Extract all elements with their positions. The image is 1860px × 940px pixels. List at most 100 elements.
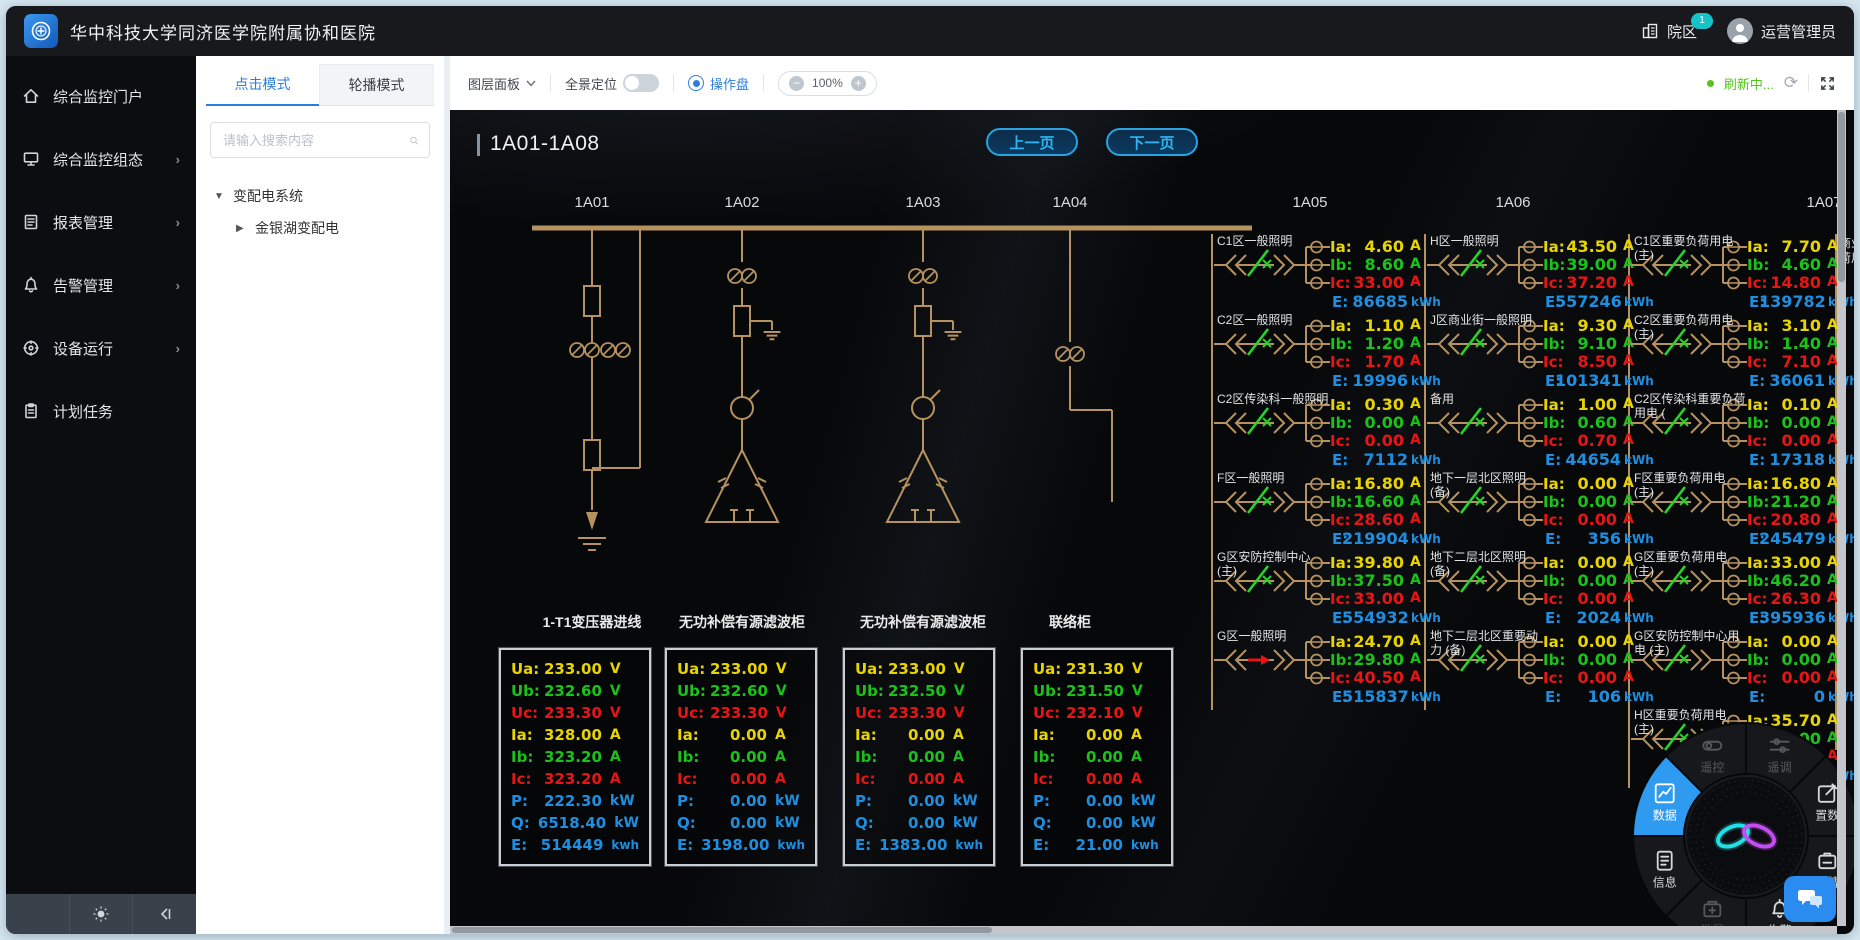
meter-unit: kwh [955, 838, 983, 852]
phase-value: 9.30 [1565, 316, 1617, 335]
meter-panel-4: Ua:231.30VUb:231.50VUc:232.10VIa:0.00AIb… [1021, 648, 1173, 866]
sidebar-item-5[interactable]: 设备运行› [6, 325, 196, 371]
feeder-1A07-4[interactable]: F区重要负荷用电 (主)Ia:16.80AIb:21.20AIc:20.80AE… [1631, 471, 1836, 550]
phase-value: 3.10 [1769, 316, 1821, 335]
feeder-1A05-6[interactable]: G区一般照明Ia:24.70AIb:29.80AIc:40.50AE:51583… [1214, 629, 1420, 708]
feeder-1A07-1[interactable]: C1区重要负荷用电 (主)Ia:7.70AIb:4.60AIc:14.80AE:… [1631, 234, 1836, 313]
phase-value: 29.80 [1352, 650, 1404, 669]
panorama-toggle[interactable] [623, 74, 659, 92]
zoom-in-button[interactable]: + [851, 76, 866, 91]
vertical-scrollbar-thumb[interactable] [1838, 112, 1845, 282]
phase-label: Ia: [1330, 554, 1352, 572]
phase-value: 8.50 [1565, 352, 1617, 371]
meter-label: Uc: [677, 704, 710, 722]
task-icon [22, 402, 40, 420]
meter-label: Ib: [511, 748, 544, 766]
energy-value: 7112 [1342, 450, 1408, 469]
sidebar-item-6[interactable]: 计划任务 [6, 388, 196, 434]
meter-value: 323.20 [544, 770, 610, 788]
meter-label: Ub: [511, 682, 544, 700]
phase-label: Ia: [1543, 633, 1565, 651]
refresh-icon[interactable]: ⟳ [1784, 73, 1798, 93]
fullscreen-icon[interactable] [1819, 75, 1836, 92]
tab-carousel-mode[interactable]: 轮播模式 [319, 64, 434, 106]
feeder-1A07-3[interactable]: C2区传染科重要负荷用电 (Ia:0.10AIb:0.00AIc:0.00AE:… [1631, 392, 1836, 471]
feeder-label: C1区一般照明 [1217, 234, 1329, 248]
meter-unit: V [1132, 661, 1161, 677]
meter-unit: A [1131, 727, 1161, 743]
sidebar-item-1[interactable]: 综合监控门户 [6, 73, 196, 119]
meter-label: Ua: [511, 660, 544, 678]
chat-button[interactable] [1784, 876, 1836, 922]
vertical-scrollbar[interactable] [1837, 110, 1846, 926]
tree-node-label: 变配电系统 [233, 186, 303, 206]
meter-row: E:514449kwh [511, 834, 639, 856]
campus-switcher[interactable]: 院区 1 [1640, 21, 1697, 42]
phase-value: 1.40 [1769, 334, 1821, 353]
feeder-1A05-2[interactable]: C2区一般照明Ia:1.10AIb:1.20AIc:1.70AE:19996kW… [1214, 313, 1420, 392]
meter-unit: V [776, 661, 805, 677]
feeder-1A06-4[interactable]: 地下一层北区照明 (备)Ia:0.00AIb:0.00AIc:0.00AE:35… [1427, 471, 1627, 550]
search-input[interactable] [221, 132, 401, 149]
zoom-out-button[interactable]: − [789, 76, 804, 91]
user-menu[interactable]: 运营管理员 [1727, 18, 1836, 44]
feeder-1A06-1[interactable]: H区一般照明Ia:43.50AIb:39.00AIc:37.20AE:55724… [1427, 234, 1627, 313]
phase-value: 26.30 [1769, 589, 1821, 608]
feeder-1A05-1[interactable]: C1区一般照明Ia:4.60AIb:8.60AIc:33.00AE:86685k… [1214, 234, 1420, 313]
scada-canvas[interactable]: 1A01-1A08 上一页 下一页 1A011A021A031A041A051A… [450, 110, 1854, 934]
phase-label: Ic: [1330, 353, 1350, 371]
energy-value: 44654 [1555, 450, 1621, 469]
feeder-1A05-5[interactable]: G区安防控制中心 (主)Ia:39.80AIb:37.50AIc:33.00AE… [1214, 550, 1420, 629]
feeder-1A07-5[interactable]: G区重要负荷用电 (主)Ia:33.00AIb:46.20AIc:26.30AE… [1631, 550, 1836, 629]
meter-unit: kW [775, 793, 805, 809]
tree-node-jinyinhu[interactable]: ▶ 金银湖变配电 [196, 212, 444, 244]
sidebar-footer-spacer [6, 894, 69, 934]
feeder-1A06-6[interactable]: 地下二层北区重要动力 (备)Ia:0.00AIb:0.00AIc:0.00AE:… [1427, 629, 1627, 708]
phase-value: 0.00 [1565, 571, 1617, 590]
feeder-label: 备用 [1430, 392, 1542, 406]
meter-label: Ib: [677, 748, 711, 766]
horizontal-scrollbar-thumb[interactable] [452, 927, 992, 933]
feeder-1A05-3[interactable]: C2区传染科一般照明Ia:0.30AIb:0.00AIc:0.00AE:7112… [1214, 392, 1420, 471]
phase-label: Ic: [1543, 511, 1563, 529]
phase-label: Ib: [1330, 651, 1352, 669]
radial-item-label: 遥调 [1768, 761, 1792, 775]
tab-click-mode[interactable]: 点击模式 [206, 64, 319, 106]
feeder-1A06-3[interactable]: 备用Ia:1.00AIb:0.60AIc:0.70AE:44654kWh [1427, 392, 1627, 471]
meter-value: 232.10 [1066, 704, 1132, 722]
feeder-1A06-2[interactable]: J区商业街一般照明Ia:9.30AIb:9.10AIc:8.50AE:10134… [1427, 313, 1627, 392]
meter-label: Uc: [855, 704, 888, 722]
meter-row: Ub:232.50V [855, 680, 983, 702]
theme-toggle-button[interactable] [69, 894, 133, 934]
layer-panel-dropdown[interactable]: 图层面板 [468, 74, 536, 93]
operate-disk-radio[interactable]: 操作盘 [688, 74, 749, 93]
prev-page-button[interactable]: 上一页 [986, 128, 1078, 156]
phase-value: 8.60 [1352, 255, 1404, 274]
phase-value: 7.70 [1769, 237, 1821, 256]
phase-label: Ib: [1747, 414, 1769, 432]
phase-unit: A [1410, 432, 1421, 448]
feeder-1A07-6[interactable]: G区安防控制中心用电 (主)Ia:0.00AIb:0.00AIc:0.00AE:… [1631, 629, 1836, 708]
phase-value: 7.10 [1769, 352, 1821, 371]
cabinet-name: 联络柜 [1049, 612, 1091, 632]
sidebar: 综合监控门户综合监控组态› 报表管理› 告警管理› 设备运行› 计划任务 [6, 56, 196, 934]
sidebar-item-4[interactable]: 告警管理› [6, 262, 196, 308]
horizontal-scrollbar[interactable] [450, 926, 1837, 934]
meter-value: 323.20 [544, 748, 610, 766]
search-icon[interactable] [409, 133, 419, 148]
meter-unit: A [610, 727, 639, 743]
tree-node-power-system[interactable]: ▼ 变配电系统 [196, 180, 444, 212]
feeder-1A07-2[interactable]: C2区重要负荷用电 (主)Ia:3.10AIb:1.40AIc:7.10AE:3… [1631, 313, 1836, 392]
meter-unit: kW [1131, 815, 1161, 831]
meter-row: Ub:232.60V [677, 680, 805, 702]
feeder-1A05-4[interactable]: F区一般照明Ia:16.80AIb:16.60AIc:28.60AE:21990… [1214, 471, 1420, 550]
energy-value: 219904 [1342, 529, 1408, 548]
feeder-1A06-5[interactable]: 地下二层北区照明 (备)Ia:0.00AIb:0.00AIc:0.00AE:20… [1427, 550, 1627, 629]
meter-row: P:0.00kW [855, 790, 983, 812]
meter-unit: A [775, 749, 805, 765]
meter-label: Ub: [1033, 682, 1066, 700]
sidebar-item-3[interactable]: 报表管理› [6, 199, 196, 245]
sidebar-collapse-button[interactable] [132, 894, 196, 934]
sidebar-item-2[interactable]: 综合监控组态› [6, 136, 196, 182]
next-page-button[interactable]: 下一页 [1106, 128, 1198, 156]
